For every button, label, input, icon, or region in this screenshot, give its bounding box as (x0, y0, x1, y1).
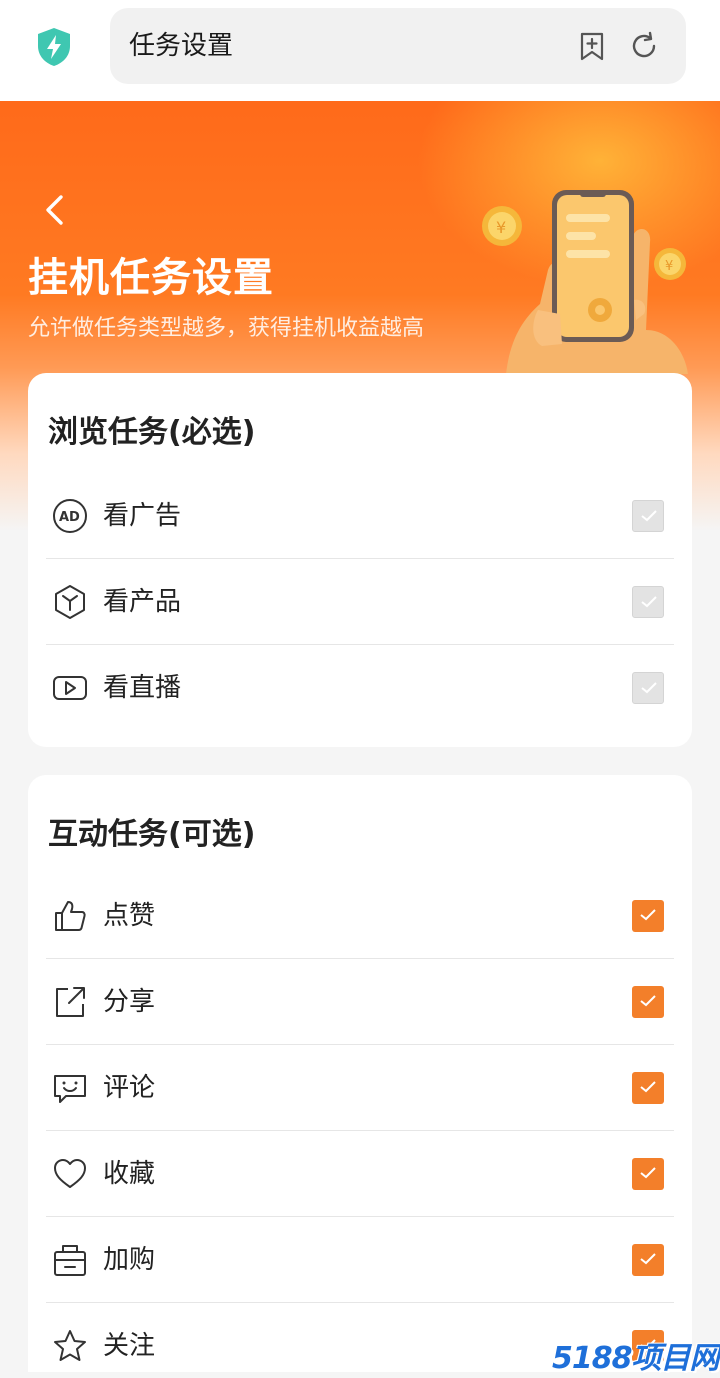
task-checkbox[interactable] (632, 900, 664, 932)
task-row-share[interactable]: 分享 (46, 959, 674, 1045)
browse-tasks-card: 浏览任务(必选) AD 看广告 看产品 看直播 (28, 373, 692, 747)
bag-icon (54, 1245, 86, 1276)
task-label: 分享 (103, 987, 156, 1017)
browser-toolbar: 任务设置 (0, 0, 720, 101)
thumbs-up-icon (55, 901, 86, 931)
watermark-logo: 5188项目网 (552, 1340, 720, 1378)
task-row-comment[interactable]: 评论 (46, 1045, 674, 1131)
task-checkbox (632, 500, 664, 532)
watermark-text: 5188项目网 (552, 1341, 719, 1376)
task-row-favorite[interactable]: 收藏 (46, 1131, 674, 1217)
task-checkbox (632, 672, 664, 704)
share-icon (56, 987, 85, 1017)
svg-text:AD: AD (59, 510, 80, 525)
ad-icon: AD (53, 499, 87, 533)
task-checkbox[interactable] (632, 1158, 664, 1190)
task-label: 关注 (103, 1331, 156, 1361)
task-row-watch-ad[interactable]: AD 看广告 (46, 473, 674, 559)
bookmark-add-icon[interactable] (576, 30, 608, 62)
task-row-watch-live[interactable]: 看直播 (46, 645, 674, 731)
task-label: 收藏 (103, 1159, 156, 1189)
page-title-url: 任务设置 (129, 31, 234, 61)
star-icon (54, 1330, 86, 1361)
browse-section-title: 浏览任务(必选) (48, 415, 256, 450)
task-checkbox (632, 586, 664, 618)
heart-icon (54, 1159, 86, 1188)
refresh-icon[interactable] (628, 30, 660, 62)
task-checkbox[interactable] (632, 986, 664, 1018)
address-bar[interactable]: 任务设置 (110, 8, 686, 84)
comment-icon (54, 1075, 86, 1103)
svg-text:¥: ¥ (496, 218, 506, 237)
task-label: 看广告 (103, 501, 182, 531)
interact-section-title: 互动任务(可选) (48, 817, 256, 852)
task-row-add-cart[interactable]: 加购 (46, 1217, 674, 1303)
task-checkbox[interactable] (632, 1244, 664, 1276)
task-row-watch-product[interactable]: 看产品 (46, 559, 674, 645)
task-row-like[interactable]: 点赞 (46, 873, 674, 959)
task-label: 评论 (103, 1073, 156, 1103)
task-label: 点赞 (103, 901, 156, 931)
task-label: 看直播 (103, 673, 182, 703)
hero-title: 挂机任务设置 (28, 255, 274, 301)
cube-icon (55, 585, 85, 619)
hero-subtitle: 允许做任务类型越多，获得挂机收益越高 (28, 316, 425, 341)
interact-tasks-card: 互动任务(可选) 点赞 分享 评论 收藏 加购 关注 (28, 775, 692, 1378)
svg-text:¥: ¥ (665, 259, 673, 274)
chevron-left-icon[interactable] (40, 192, 70, 228)
task-label: 看产品 (103, 587, 182, 617)
task-label: 加购 (103, 1245, 156, 1275)
task-checkbox[interactable] (632, 1072, 664, 1104)
phone-illustration-icon: ¥ ¥ (482, 190, 688, 374)
play-icon (53, 676, 87, 700)
shield-bolt-icon[interactable] (34, 26, 74, 68)
